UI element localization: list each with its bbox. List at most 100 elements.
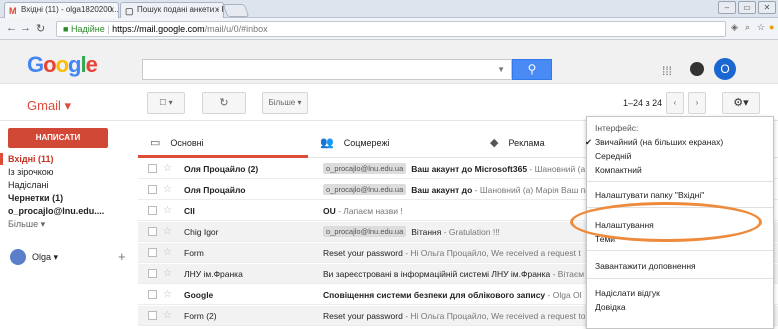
refresh-icon[interactable]: ↻: [202, 92, 246, 114]
star-icon[interactable]: ☆: [163, 180, 172, 199]
email-snippet: - Лапаєм назви !: [335, 206, 403, 216]
gmail-icon: M: [9, 6, 17, 16]
row-checkbox[interactable]: [148, 248, 157, 257]
email-sender: Form: [184, 248, 204, 258]
restore-icon[interactable]: ▭: [738, 1, 756, 14]
address-bar[interactable]: ■ Надійне | https://mail.google.com/mail…: [56, 21, 726, 37]
check-icon: ✔: [585, 137, 593, 147]
sidebar-item-drafts[interactable]: Чернетки (1): [0, 192, 63, 204]
star-icon[interactable]: ☆: [163, 159, 172, 178]
email-subject: OU: [323, 206, 336, 216]
menu-item-send-feedback[interactable]: Надіслати відгук: [587, 287, 773, 299]
star-icon[interactable]: ☆: [163, 201, 172, 220]
tag-icon: ◆: [490, 137, 499, 149]
new-tab-button[interactable]: [222, 4, 250, 17]
email-label[interactable]: o_procajlo@lnu.edu.ua: [323, 163, 407, 174]
tab-label: Основні: [170, 138, 204, 148]
tab-label: Соцмережі: [343, 138, 390, 148]
url-host: https://mail.google.com: [112, 24, 205, 34]
browser-tab-search[interactable]: ▢ Пошук подані анкети - Pu... x: [120, 2, 224, 18]
email-subject: Сповіщення системи безпеки для обліковог…: [323, 290, 546, 300]
email-sender: Google: [184, 290, 214, 300]
chevron-down-icon[interactable]: ▼: [497, 65, 505, 74]
gear-icon[interactable]: ⚙▾: [722, 92, 760, 114]
email-label[interactable]: o_procajlo@lnu.edu.ua: [323, 184, 407, 195]
extension-icon[interactable]: ◈: [731, 22, 738, 33]
star-icon[interactable]: ☆: [163, 285, 172, 304]
search-button[interactable]: ⚲: [512, 59, 552, 80]
avatar: [10, 249, 26, 265]
close-icon[interactable]: x: [110, 5, 114, 14]
star-icon[interactable]: ☆: [163, 243, 172, 262]
sidebar-item-sent[interactable]: Надіслані: [0, 179, 48, 191]
forward-icon[interactable]: →: [20, 22, 31, 34]
email-sender: Оля Процайло: [184, 185, 246, 195]
menu-item-help[interactable]: Довідка: [587, 301, 773, 313]
menu-item-density-compact[interactable]: Компактний: [587, 164, 773, 176]
email-sender: ЛНУ ім.Франка: [184, 269, 243, 279]
select-checkbox-dropdown[interactable]: ☐ ▾: [147, 92, 185, 114]
apps-grid-icon[interactable]: ⁞⁞⁞: [662, 64, 672, 78]
star-icon[interactable]: ☆: [163, 264, 172, 283]
tab-promotions[interactable]: ◆ Реклама: [478, 130, 588, 158]
reload-icon[interactable]: ↻: [36, 22, 45, 35]
email-snippet: - Вітаєм: [550, 269, 585, 279]
sidebar-item-more[interactable]: Більше ▾: [0, 218, 45, 230]
minimize-icon[interactable]: –: [718, 1, 736, 14]
inbox-icon: ▭: [150, 137, 161, 149]
sidebar-item-starred[interactable]: Із зірочкою: [0, 166, 54, 178]
menu-item-density-cozy[interactable]: Середній: [587, 150, 773, 162]
email-snippet: - Olga Ol: [545, 290, 582, 300]
secure-label: Надійне: [70, 24, 105, 34]
email-snippet: - Шановний (а) Марія Ваш па: [472, 185, 590, 195]
compose-button[interactable]: НАПИСАТИ: [8, 128, 108, 148]
tab-primary[interactable]: ▭ Основні: [138, 130, 308, 158]
sidebar-item-label[interactable]: o_procajlo@lnu.edu....: [0, 205, 104, 217]
zoom-icon[interactable]: ⌕: [745, 22, 750, 33]
menu-item-density-comfortable[interactable]: ✔ Звичайний (на більших екранах): [585, 136, 773, 148]
browser-tab-gmail[interactable]: M Вхідні (11) - olga1820200... x: [4, 2, 119, 18]
sidebar-item-inbox[interactable]: Вхідні (11): [0, 153, 54, 165]
email-sender: Оля Процайло (2): [184, 164, 259, 174]
prev-page-icon[interactable]: ‹: [666, 92, 684, 114]
menu-icon[interactable]: ●: [769, 22, 774, 32]
row-checkbox[interactable]: [148, 311, 157, 320]
email-sender: Form (2): [184, 311, 217, 321]
email-subject: Reset your password: [323, 311, 403, 321]
gmail-menu[interactable]: Gmail ▾: [27, 98, 71, 114]
menu-item-get-addons[interactable]: Завантажити доповнення: [587, 260, 773, 272]
email-label[interactable]: o_procajlo@lnu.edu.ua: [323, 226, 407, 237]
search-input[interactable]: ▼: [142, 59, 512, 80]
notifications-icon[interactable]: [690, 62, 704, 76]
add-icon[interactable]: +: [118, 249, 126, 264]
star-icon[interactable]: ☆: [163, 222, 172, 241]
row-checkbox[interactable]: [148, 227, 157, 236]
google-header: Google ▼ ⚲ ⁞⁞⁞ O: [0, 40, 778, 84]
row-checkbox[interactable]: [148, 206, 157, 215]
email-snippet: - Шановний (а: [527, 164, 586, 174]
hangouts-user[interactable]: Olga ▾ +: [10, 249, 130, 267]
tab-title: Пошук подані анкети - Pu...: [137, 5, 223, 14]
back-icon[interactable]: ←: [6, 22, 17, 34]
more-button[interactable]: Більше ▾: [262, 92, 308, 114]
menu-item-configure-inbox[interactable]: Налаштувати папку "Вхідні": [587, 189, 773, 201]
email-subject: Вітання: [411, 227, 442, 237]
row-checkbox[interactable]: [148, 290, 157, 299]
row-checkbox[interactable]: [148, 185, 157, 194]
highlight-ellipse: [570, 202, 762, 242]
close-icon[interactable]: x: [215, 5, 219, 14]
row-checkbox[interactable]: [148, 269, 157, 278]
tab-social[interactable]: 👥 Соцмережі: [308, 130, 478, 158]
account-avatar[interactable]: O: [714, 58, 736, 80]
close-window-icon[interactable]: ✕: [758, 1, 776, 14]
email-subject: Ви зареєстровані в інформаційній системі…: [323, 269, 551, 279]
menu-divider: [587, 181, 773, 182]
next-page-icon[interactable]: ›: [688, 92, 706, 114]
row-checkbox[interactable]: [148, 164, 157, 173]
email-subject: Ваш акаунт до Microsoft365: [411, 164, 528, 174]
document-icon: ▢: [125, 6, 134, 16]
star-icon[interactable]: ☆: [163, 306, 172, 325]
star-icon[interactable]: ☆: [757, 22, 765, 33]
email-snippet: - Hi Ольга Процайло, We received a reque…: [402, 248, 581, 258]
google-logo[interactable]: Google: [27, 52, 98, 78]
